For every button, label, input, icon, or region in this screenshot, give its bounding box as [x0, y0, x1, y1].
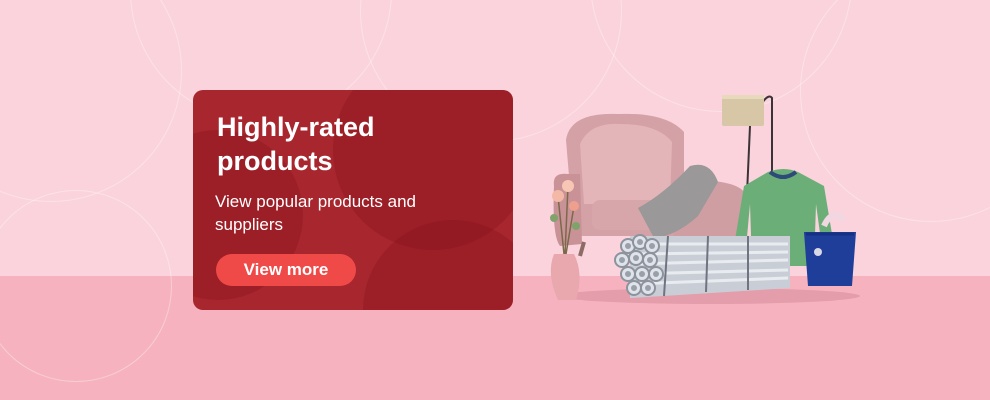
- promo-banner[interactable]: Highly-rated products View popular produ…: [0, 0, 990, 400]
- steel-pipes-icon: [614, 234, 790, 298]
- promo-title: Highly-rated products: [217, 112, 375, 176]
- promo-card: Highly-rated products View popular produ…: [193, 90, 513, 310]
- armchair-icon: [553, 113, 746, 257]
- promo-subtitle: View popular products and suppliers: [215, 192, 416, 234]
- product-illustration: [550, 95, 860, 304]
- view-more-button[interactable]: View more: [216, 254, 356, 286]
